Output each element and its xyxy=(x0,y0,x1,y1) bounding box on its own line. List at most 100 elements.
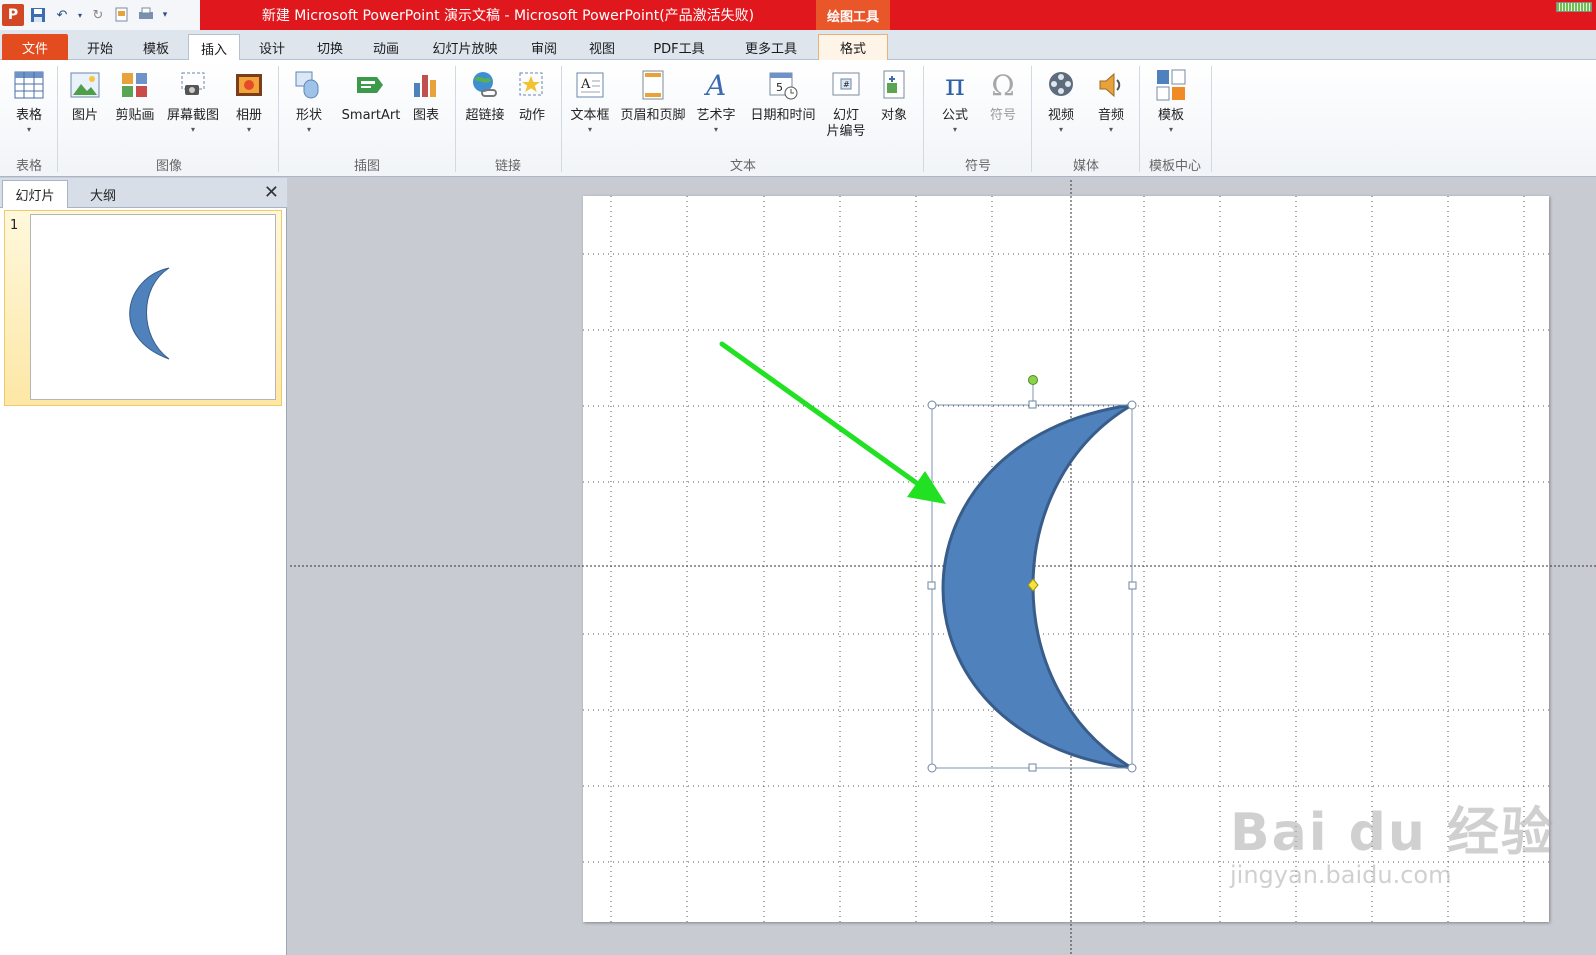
chart-label: 图表 xyxy=(412,108,439,123)
tab-slides[interactable]: 幻灯片 xyxy=(2,180,68,208)
shapes-icon xyxy=(292,68,326,102)
templates-button[interactable]: 模板 ▾ xyxy=(1150,68,1192,156)
clipart-icon xyxy=(118,68,152,102)
tab-slideshow[interactable]: 幻灯片放映 xyxy=(420,34,510,60)
undo-dropdown-icon[interactable]: ▾ xyxy=(76,5,84,25)
object-button[interactable]: 对象 xyxy=(872,68,916,156)
group-label-media: 媒体 xyxy=(1072,159,1099,174)
symbol-label: 符号 xyxy=(989,108,1016,123)
film-reel-icon xyxy=(1044,68,1078,102)
chevron-down-icon: ▾ xyxy=(1108,125,1113,134)
templates-label: 模板 xyxy=(1157,108,1184,123)
tab-home[interactable]: 开始 xyxy=(74,34,126,60)
speaker-icon xyxy=(1094,68,1128,102)
redo-icon[interactable]: ↻ xyxy=(88,5,108,25)
video-label: 视频 xyxy=(1047,108,1074,123)
hyperlink-button[interactable]: 超链接 xyxy=(460,68,510,156)
date-time-button[interactable]: 5 日期和时间 xyxy=(742,68,824,156)
tab-more-tools[interactable]: 更多工具 xyxy=(730,34,812,60)
ribbon-insert: 表格 ▾ 表格 图片 剪贴画 屏幕截图 ▾ 相册 ▾ 图像 形状 ▾ Smart… xyxy=(0,60,1596,177)
undo-icon[interactable]: ↶ xyxy=(52,5,72,25)
powerpoint-logo-icon[interactable]: P xyxy=(2,4,24,26)
symbol-button[interactable]: Ω 符号 xyxy=(982,68,1024,156)
baidu-watermark: Bai du 经验 jingyan.baidu.com xyxy=(1230,790,1555,889)
slide-thumbnail[interactable] xyxy=(30,214,276,400)
tab-design[interactable]: 设计 xyxy=(246,34,298,60)
action-button[interactable]: 动作 xyxy=(512,68,552,156)
equation-label: 公式 xyxy=(941,108,968,123)
slides-pane: 幻灯片 大纲 ✕ 1 xyxy=(0,178,287,955)
pi-icon: π xyxy=(945,67,965,103)
chevron-down-icon: ▾ xyxy=(952,125,957,134)
picture-button[interactable]: 图片 xyxy=(64,68,106,156)
ribbon-tabs: 文件 开始 模板 插入 设计 切换 动画 幻灯片放映 审阅 视图 PDF工具 更… xyxy=(0,30,1596,61)
tab-file[interactable]: 文件 xyxy=(2,34,68,60)
omega-icon: Ω xyxy=(991,68,1015,102)
textbox-label: 文本框 xyxy=(570,108,610,123)
table-icon xyxy=(12,68,46,102)
battery-icon xyxy=(1556,2,1592,12)
clipart-button[interactable]: 剪贴画 xyxy=(110,68,160,156)
album-button[interactable]: 相册 ▾ xyxy=(228,68,270,156)
slide-number-label-line1: 幻灯 xyxy=(832,108,859,123)
group-label-tables: 表格 xyxy=(15,159,42,174)
table-button[interactable]: 表格 ▾ xyxy=(6,68,52,156)
svg-text:5: 5 xyxy=(776,81,783,94)
close-icon[interactable]: ✕ xyxy=(264,182,279,203)
chevron-down-icon: ▾ xyxy=(587,125,592,134)
group-label-text: 文本 xyxy=(729,159,756,174)
chart-button[interactable]: 图表 xyxy=(408,68,444,156)
shapes-button[interactable]: 形状 ▾ xyxy=(288,68,330,156)
object-icon xyxy=(877,68,911,102)
group-label-illustrations: 插图 xyxy=(353,159,380,174)
textbox-button[interactable]: A 文本框 ▾ xyxy=(566,68,614,156)
album-label: 相册 xyxy=(235,108,262,123)
group-label-links: 链接 xyxy=(494,159,521,174)
smartart-icon xyxy=(354,68,388,102)
header-footer-button[interactable]: 页眉和页脚 xyxy=(616,68,690,156)
chevron-down-icon: ▾ xyxy=(1168,125,1173,134)
tab-template[interactable]: 模板 xyxy=(130,34,182,60)
group-divider xyxy=(1211,66,1212,172)
group-label-symbols: 符号 xyxy=(964,159,991,174)
action-label: 动作 xyxy=(518,108,545,123)
tab-outline[interactable]: 大纲 xyxy=(70,180,136,208)
clipart-label: 剪贴画 xyxy=(115,108,155,123)
slide-number-icon: # xyxy=(829,68,863,102)
slide-number-button[interactable]: # 幻灯 片编号 xyxy=(824,68,868,156)
tab-review[interactable]: 审阅 xyxy=(518,34,570,60)
wordart-icon: A xyxy=(699,68,733,102)
tab-animations[interactable]: 动画 xyxy=(360,34,412,60)
textbox-icon: A xyxy=(573,68,607,102)
picture-icon xyxy=(68,68,102,102)
new-slide-icon[interactable] xyxy=(112,5,132,25)
chevron-down-icon: ▾ xyxy=(713,125,718,134)
group-label-images: 图像 xyxy=(155,159,182,174)
video-button[interactable]: 视频 ▾ xyxy=(1040,68,1082,156)
smartart-label: SmartArt xyxy=(341,108,401,123)
tab-format[interactable]: 格式 xyxy=(818,34,888,60)
smartart-button[interactable]: SmartArt xyxy=(334,68,408,156)
wordart-label: 艺术字 xyxy=(696,108,736,123)
screenshot-icon xyxy=(176,68,210,102)
save-icon[interactable] xyxy=(28,5,48,25)
slides-pane-tabs: 幻灯片 大纲 ✕ xyxy=(0,178,287,208)
quick-print-icon[interactable] xyxy=(136,5,156,25)
customize-icon[interactable]: ▾ xyxy=(160,5,170,25)
tab-transitions[interactable]: 切换 xyxy=(304,34,356,60)
equation-button[interactable]: π 公式 ▾ xyxy=(934,68,976,156)
title-bar-right xyxy=(890,0,1596,30)
screenshot-button[interactable]: 屏幕截图 ▾ xyxy=(162,68,224,156)
tab-pdf-tools[interactable]: PDF工具 xyxy=(638,34,720,60)
photo-album-icon xyxy=(232,68,266,102)
audio-button[interactable]: 音频 ▾ xyxy=(1090,68,1132,156)
thumbnail-moon-shape xyxy=(129,267,170,360)
slide-number: 1 xyxy=(10,218,19,233)
template-layout-icon xyxy=(1154,68,1188,102)
calendar-icon: 5 xyxy=(766,68,800,102)
tab-insert[interactable]: 插入 xyxy=(188,34,240,61)
header-footer-icon xyxy=(636,68,670,102)
hyperlink-label: 超链接 xyxy=(465,108,505,123)
wordart-button[interactable]: A 艺术字 ▾ xyxy=(692,68,740,156)
tab-view[interactable]: 视图 xyxy=(576,34,628,60)
